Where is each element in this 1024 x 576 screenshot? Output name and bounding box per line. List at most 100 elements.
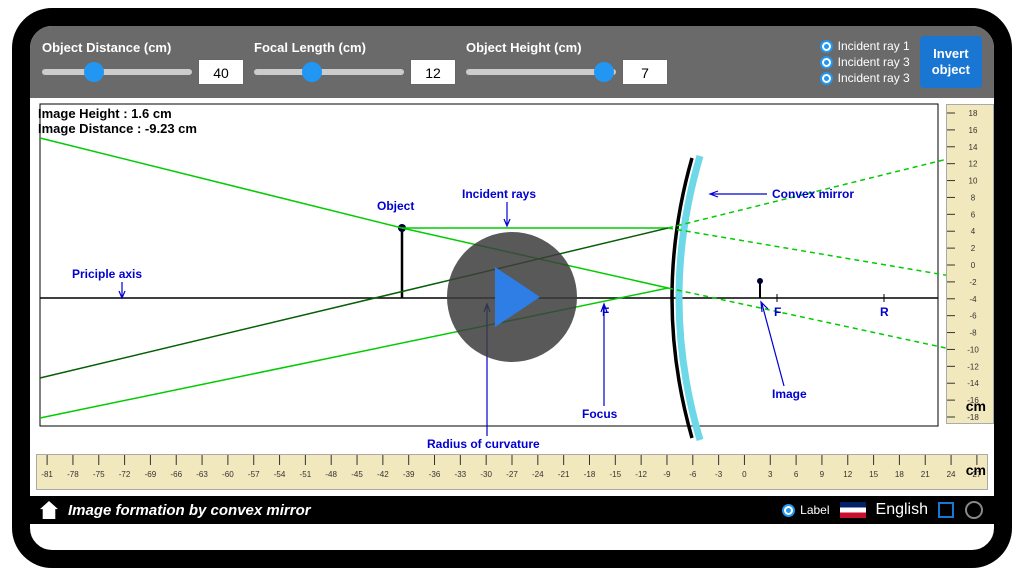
slider-thumb[interactable] — [594, 62, 614, 82]
svg-text:-2: -2 — [969, 278, 977, 287]
svg-text:Radius of curvature: Radius of curvature — [427, 437, 540, 451]
svg-text:Focus: Focus — [582, 407, 618, 421]
fullscreen-icon[interactable] — [938, 502, 954, 518]
vertical-ruler: 181614121086420-2-4-6-8-10-12-14-16-18 — [946, 104, 994, 424]
object-height-slider[interactable] — [466, 69, 616, 75]
simulator-frame: Object Distance (cm) 40 Focal Length (cm… — [12, 8, 1012, 568]
horizontal-ruler: -81-78-75-72-69-66-63-60-57-54-51-48-45-… — [36, 454, 988, 490]
ray-option-1[interactable]: Incident ray 1 — [820, 39, 910, 53]
focal-length-control: Focal Length (cm) 12 — [254, 40, 456, 85]
svg-text:14: 14 — [969, 143, 978, 152]
svg-text:-18: -18 — [584, 470, 596, 479]
focal-length-slider[interactable] — [254, 69, 404, 75]
svg-text:10: 10 — [969, 177, 978, 186]
app-title: Image formation by convex mirror — [68, 502, 311, 519]
svg-text:R: R — [880, 305, 889, 319]
svg-text:4: 4 — [971, 227, 976, 236]
svg-text:-60: -60 — [222, 470, 234, 479]
object-height-label: Object Height (cm) — [466, 40, 668, 55]
svg-text:3: 3 — [768, 470, 773, 479]
svg-text:-63: -63 — [196, 470, 208, 479]
svg-text:-9: -9 — [663, 470, 671, 479]
svg-text:12: 12 — [969, 160, 978, 169]
svg-text:Object: Object — [377, 199, 414, 213]
ray-option-3[interactable]: Incident ray 3 — [820, 71, 910, 85]
svg-text:-8: -8 — [969, 329, 977, 338]
focal-length-value[interactable]: 12 — [410, 59, 456, 85]
object-height-control: Object Height (cm) 7 — [466, 40, 668, 85]
svg-text:-14: -14 — [967, 379, 979, 388]
svg-text:-81: -81 — [41, 470, 53, 479]
slider-thumb[interactable] — [84, 62, 104, 82]
radio-icon — [820, 56, 833, 69]
svg-text:Convex mirror: Convex mirror — [772, 187, 854, 201]
svg-text:-3: -3 — [715, 470, 723, 479]
svg-text:-6: -6 — [969, 312, 977, 321]
svg-text:-51: -51 — [300, 470, 312, 479]
svg-text:18: 18 — [969, 109, 978, 118]
focal-length-label: Focal Length (cm) — [254, 40, 456, 55]
ruler-v-svg: 181614121086420-2-4-6-8-10-12-14-16-18 — [947, 105, 995, 425]
svg-text:Image: Image — [772, 387, 807, 401]
svg-text:Incident rays: Incident rays — [462, 187, 536, 201]
svg-text:Priciple axis: Priciple axis — [72, 267, 142, 281]
svg-text:-30: -30 — [480, 470, 492, 479]
ray-options: Incident ray 1 Incident ray 3 Incident r… — [820, 39, 910, 85]
ray-option-2[interactable]: Incident ray 3 — [820, 55, 910, 69]
svg-text:-24: -24 — [532, 470, 544, 479]
control-panel: Object Distance (cm) 40 Focal Length (cm… — [30, 26, 994, 98]
slider-thumb[interactable] — [302, 62, 322, 82]
svg-text:9: 9 — [820, 470, 825, 479]
svg-text:12: 12 — [843, 470, 853, 479]
svg-text:15: 15 — [869, 470, 879, 479]
play-button[interactable] — [447, 232, 577, 362]
unit-cm-h: cm — [966, 462, 986, 478]
object-distance-control: Object Distance (cm) 40 — [42, 40, 244, 85]
svg-text:21: 21 — [921, 470, 931, 479]
object-height-value[interactable]: 7 — [622, 59, 668, 85]
language-label[interactable]: English — [876, 501, 928, 519]
svg-text:8: 8 — [971, 193, 976, 202]
svg-text:-42: -42 — [377, 470, 389, 479]
svg-text:-69: -69 — [145, 470, 157, 479]
svg-text:0: 0 — [971, 261, 976, 270]
svg-text:-78: -78 — [67, 470, 79, 479]
flag-icon — [840, 502, 866, 518]
svg-text:24: 24 — [947, 470, 957, 479]
svg-text:-66: -66 — [170, 470, 182, 479]
svg-text:0: 0 — [742, 470, 747, 479]
svg-text:-4: -4 — [969, 295, 977, 304]
svg-text:F: F — [774, 305, 781, 319]
play-icon — [495, 267, 540, 327]
svg-text:-57: -57 — [248, 470, 260, 479]
svg-text:6: 6 — [971, 210, 976, 219]
svg-text:6: 6 — [794, 470, 799, 479]
diagram-canvas: Image Height : 1.6 cm Image Distance : -… — [30, 98, 994, 496]
svg-text:-33: -33 — [455, 470, 467, 479]
unit-cm-v: cm — [966, 398, 986, 414]
svg-text:-36: -36 — [429, 470, 441, 479]
svg-text:-45: -45 — [351, 470, 363, 479]
svg-text:-72: -72 — [119, 470, 131, 479]
bottom-bar: Image formation by convex mirror Label E… — [30, 496, 994, 524]
radio-icon — [820, 40, 833, 53]
svg-text:-75: -75 — [93, 470, 105, 479]
svg-text:-15: -15 — [609, 470, 621, 479]
svg-text:16: 16 — [969, 126, 978, 135]
home-icon[interactable] — [40, 501, 58, 519]
svg-text:-6: -6 — [689, 470, 697, 479]
svg-text:-12: -12 — [635, 470, 647, 479]
label-toggle[interactable]: Label — [782, 503, 829, 517]
svg-text:-10: -10 — [967, 345, 979, 354]
invert-object-button[interactable]: Invertobject — [920, 36, 982, 87]
svg-text:-21: -21 — [558, 470, 570, 479]
svg-text:-18: -18 — [967, 413, 979, 422]
svg-text:-12: -12 — [967, 362, 979, 371]
object-distance-slider[interactable] — [42, 69, 192, 75]
svg-text:-54: -54 — [274, 470, 286, 479]
radio-icon — [820, 72, 833, 85]
svg-text:18: 18 — [895, 470, 905, 479]
svg-text:-27: -27 — [506, 470, 518, 479]
svg-text:-48: -48 — [325, 470, 337, 479]
object-distance-value[interactable]: 40 — [198, 59, 244, 85]
